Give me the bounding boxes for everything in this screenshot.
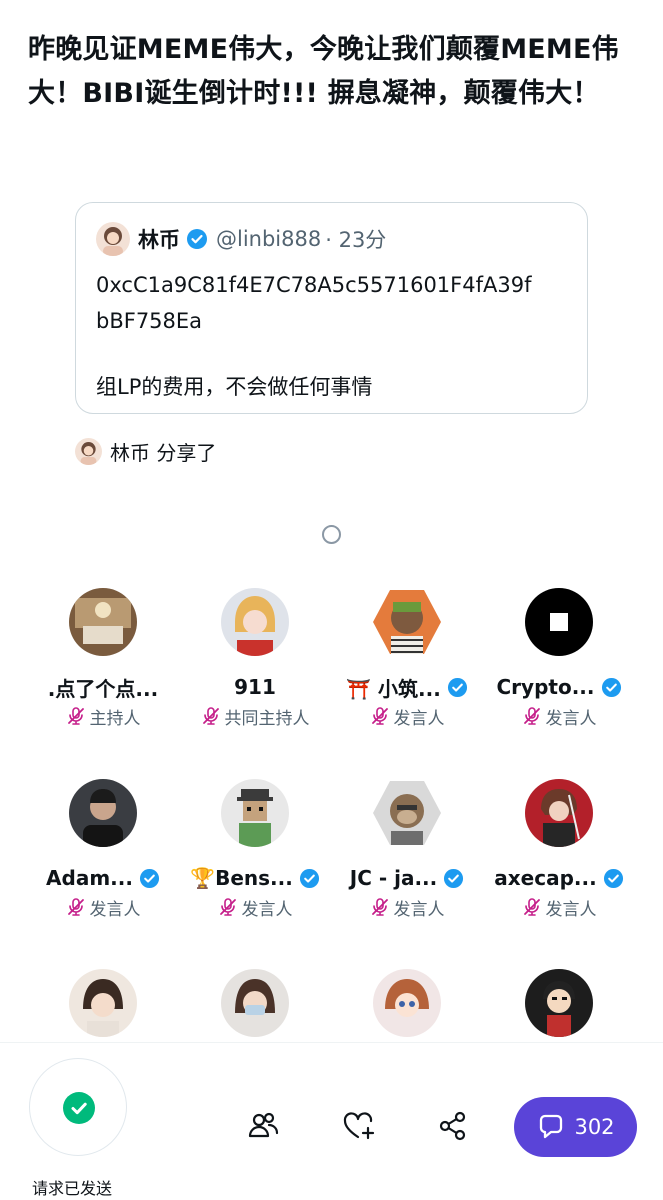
speaker-role: 发言人 — [545, 899, 597, 920]
chat-count: 302 — [574, 1115, 615, 1139]
speaker-name: .点了个点... — [47, 676, 159, 701]
avatar — [525, 588, 593, 656]
shared-by-row[interactable]: 林币 分享了 — [75, 437, 216, 466]
verified-badge-icon — [447, 677, 467, 697]
heart-plus-icon[interactable] — [341, 1108, 377, 1144]
speaker-tile[interactable]: .点了个点... 主持人 — [23, 588, 183, 729]
speaker-tile[interactable] — [479, 969, 639, 1037]
post-time: · 23分 — [325, 228, 387, 252]
avatar — [373, 590, 441, 654]
avatar — [69, 779, 137, 847]
quoted-post-body: 0xcC1a9C81f4E7C78A5c5571601F4fA39f bBF75… — [96, 267, 567, 405]
author-handle[interactable]: @linbi888 — [216, 227, 321, 251]
speaker-tile[interactable]: 911 共同主持人 — [175, 588, 335, 729]
speaker-tile[interactable] — [327, 969, 487, 1037]
speaker-role: 发言人 — [393, 708, 445, 729]
mic-muted-icon — [67, 707, 84, 725]
post-line: 0xcC1a9C81f4E7C78A5c5571601F4fA39f — [96, 273, 532, 297]
chat-button[interactable]: 302 — [514, 1097, 637, 1157]
avatar[interactable] — [96, 222, 130, 256]
avatar — [221, 588, 289, 656]
speaker-role: 共同主持人 — [224, 708, 310, 729]
speaker-role: 发言人 — [89, 899, 141, 920]
verified-badge-icon — [444, 868, 464, 888]
speaker-name: 🏆Bens... — [190, 866, 293, 890]
check-icon — [63, 1092, 95, 1124]
mic-muted-icon — [202, 707, 219, 725]
mic-muted-icon — [67, 898, 84, 916]
avatar — [221, 779, 289, 847]
mic-muted-icon — [371, 898, 388, 916]
speaker-role: 发言人 — [545, 708, 597, 729]
avatar — [373, 781, 441, 845]
speaker-role: 发言人 — [241, 899, 293, 920]
avatar — [69, 969, 137, 1037]
avatar — [373, 969, 441, 1037]
post-line: bBF758Ea — [96, 309, 203, 333]
speaker-tile[interactable] — [23, 969, 183, 1037]
verified-badge-icon — [603, 868, 623, 888]
speaker-name: axecap... — [494, 866, 597, 890]
speaker-name: JC - ja... — [349, 866, 438, 890]
headline-text: 昨晚见证MEME伟大，今晚让我们颠覆MEME伟大！BIBI诞生倒计时!!! 摒息… — [28, 34, 619, 109]
speaker-tile[interactable]: Adam... 发言人 — [23, 779, 183, 920]
chat-bubble-icon — [540, 1114, 563, 1139]
verified-badge-icon — [139, 868, 160, 888]
mic-muted-icon — [219, 898, 236, 916]
author-name[interactable]: 林币 — [138, 224, 180, 254]
speaker-tile[interactable]: axecap... 发言人 — [479, 779, 639, 920]
speaker-tile[interactable] — [175, 969, 335, 1037]
speaker-name: 911 — [234, 675, 276, 699]
verified-badge-icon — [299, 868, 319, 888]
people-icon[interactable] — [245, 1108, 281, 1144]
speaker-tile[interactable]: ⛩️ 小筑... 发言人 — [327, 588, 487, 729]
avatar — [221, 969, 289, 1037]
speaker-name: ⛩️ 小筑... — [346, 676, 441, 701]
avatar — [75, 438, 102, 465]
avatar — [69, 588, 137, 656]
mic-muted-icon — [523, 898, 540, 916]
speaker-role: 主持人 — [89, 708, 141, 729]
verified-badge-icon — [601, 677, 621, 697]
avatar — [525, 779, 593, 847]
request-sent-button[interactable] — [29, 1058, 127, 1156]
quoted-post-card[interactable]: 林币 @linbi888 · 23分 0xcC1a9C81f4E7C78A5c5… — [75, 202, 588, 414]
avatar — [525, 969, 593, 1037]
request-sent-label: 请求已发送 — [32, 1179, 113, 1198]
share-icon[interactable] — [435, 1108, 471, 1144]
shared-by-text: 林币 分享了 — [110, 441, 217, 465]
mic-muted-icon — [371, 707, 388, 725]
speaker-role: 发言人 — [393, 899, 445, 920]
speaker-tile[interactable]: Crypto... 发言人 — [479, 588, 639, 729]
speaker-name: Adam... — [46, 866, 133, 890]
quoted-post-header: 林币 @linbi888 · 23分 — [96, 221, 567, 257]
loading-indicator-icon — [322, 525, 341, 544]
post-line: 组LP的费用，不会做任何事情 — [96, 375, 373, 399]
speaker-tile[interactable]: 🏆Bens... 发言人 — [175, 779, 335, 920]
verified-badge-icon — [187, 229, 207, 249]
speaker-name: Crypto... — [496, 675, 595, 699]
mic-muted-icon — [523, 707, 540, 725]
speaker-tile[interactable]: JC - ja... 发言人 — [327, 779, 487, 920]
